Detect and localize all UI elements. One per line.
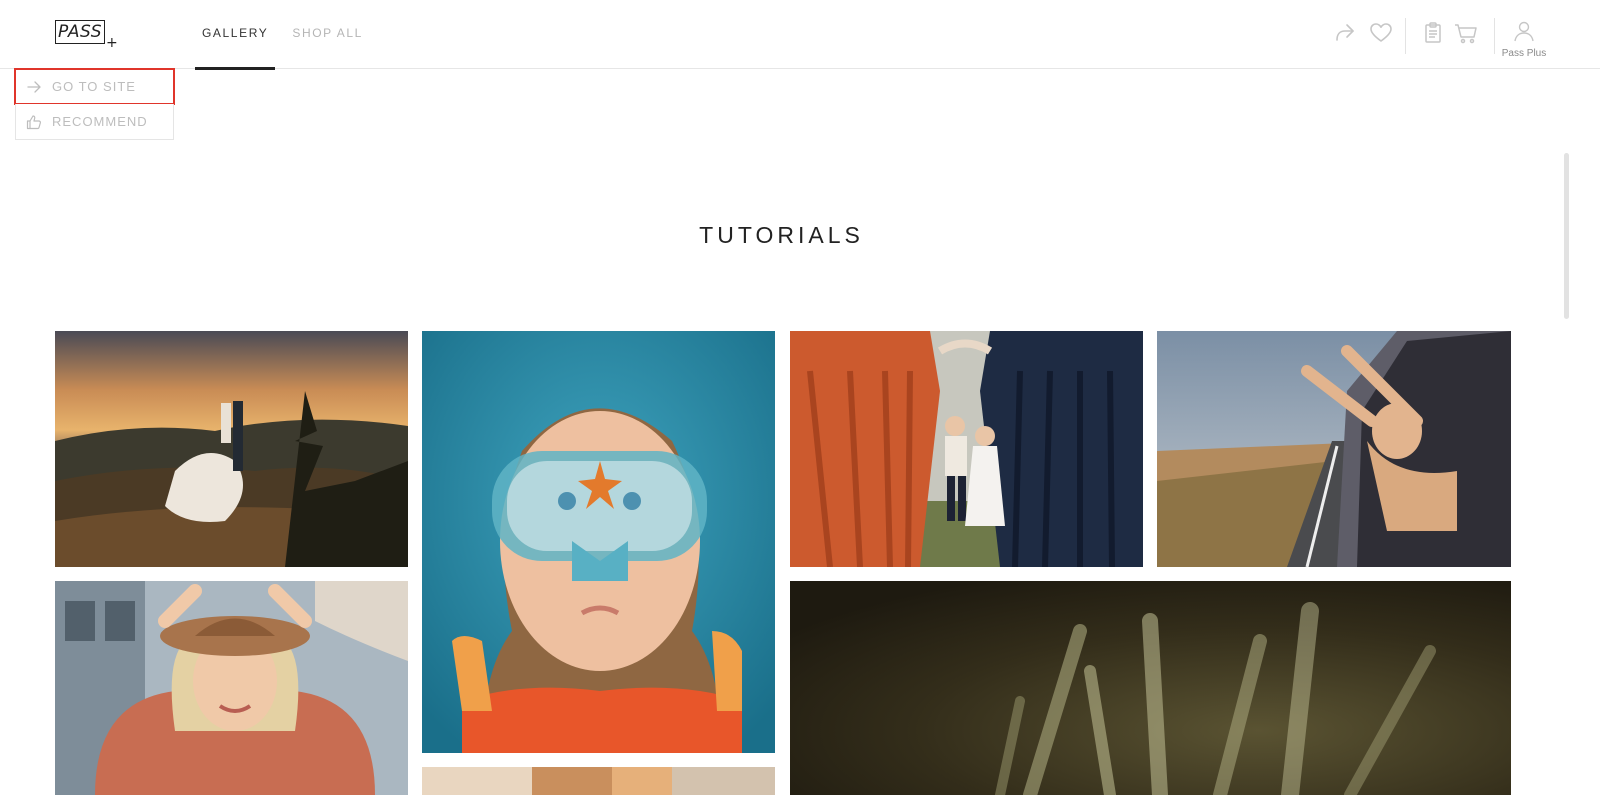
grass-closeup-photo[interactable] [790, 581, 1511, 795]
recommend-label: RECOMMEND [52, 114, 148, 129]
tab-gallery-label: GALLERY [202, 26, 269, 40]
couple-sunset-photo[interactable] [55, 331, 408, 567]
share-icon[interactable] [1332, 20, 1358, 46]
tab-gallery[interactable]: GALLERY [195, 0, 276, 70]
girl-snorkel-mask-photo[interactable] [422, 331, 775, 753]
partial-bottom-photo[interactable] [422, 767, 775, 795]
cart-icon[interactable] [1453, 20, 1479, 46]
logo-text: PASS [58, 22, 103, 42]
section-title: TUTORIALS [699, 222, 864, 248]
heart-icon[interactable] [1368, 20, 1394, 46]
boy-car-window-photo[interactable] [1157, 331, 1511, 567]
active-tab-underline [195, 67, 276, 70]
tab-shop-all-label: SHOP ALL [292, 26, 363, 40]
go-to-site-label: GO TO SITE [52, 79, 136, 94]
thumbs-up-icon [26, 114, 41, 129]
top-header: PASS + GALLERY SHOP ALL Pass Plus [0, 0, 1600, 70]
main-nav: GALLERY SHOP ALL [195, 0, 380, 70]
page-scrollbar[interactable] [1563, 69, 1571, 795]
site-actions: GO TO SITE RECOMMEND [14, 68, 175, 140]
girl-hat-photo[interactable] [55, 581, 408, 795]
wedding-party-kids-photo[interactable] [790, 331, 1143, 567]
recommend-button[interactable]: RECOMMEND [15, 104, 174, 140]
header-divider [1405, 18, 1406, 54]
pass-plus-logo[interactable]: PASS + [55, 20, 119, 50]
user-icon [1514, 21, 1534, 42]
tab-shop-all[interactable]: SHOP ALL [285, 0, 370, 69]
scrollbar-thumb[interactable] [1564, 153, 1569, 319]
account-label: Pass Plus [1501, 48, 1547, 59]
account-button[interactable]: Pass Plus [1494, 20, 1554, 60]
arrow-right-icon [27, 80, 41, 93]
go-to-site-button[interactable]: GO TO SITE [14, 68, 175, 105]
clipboard-icon[interactable] [1420, 20, 1446, 46]
logo-plus: + [106, 35, 118, 51]
